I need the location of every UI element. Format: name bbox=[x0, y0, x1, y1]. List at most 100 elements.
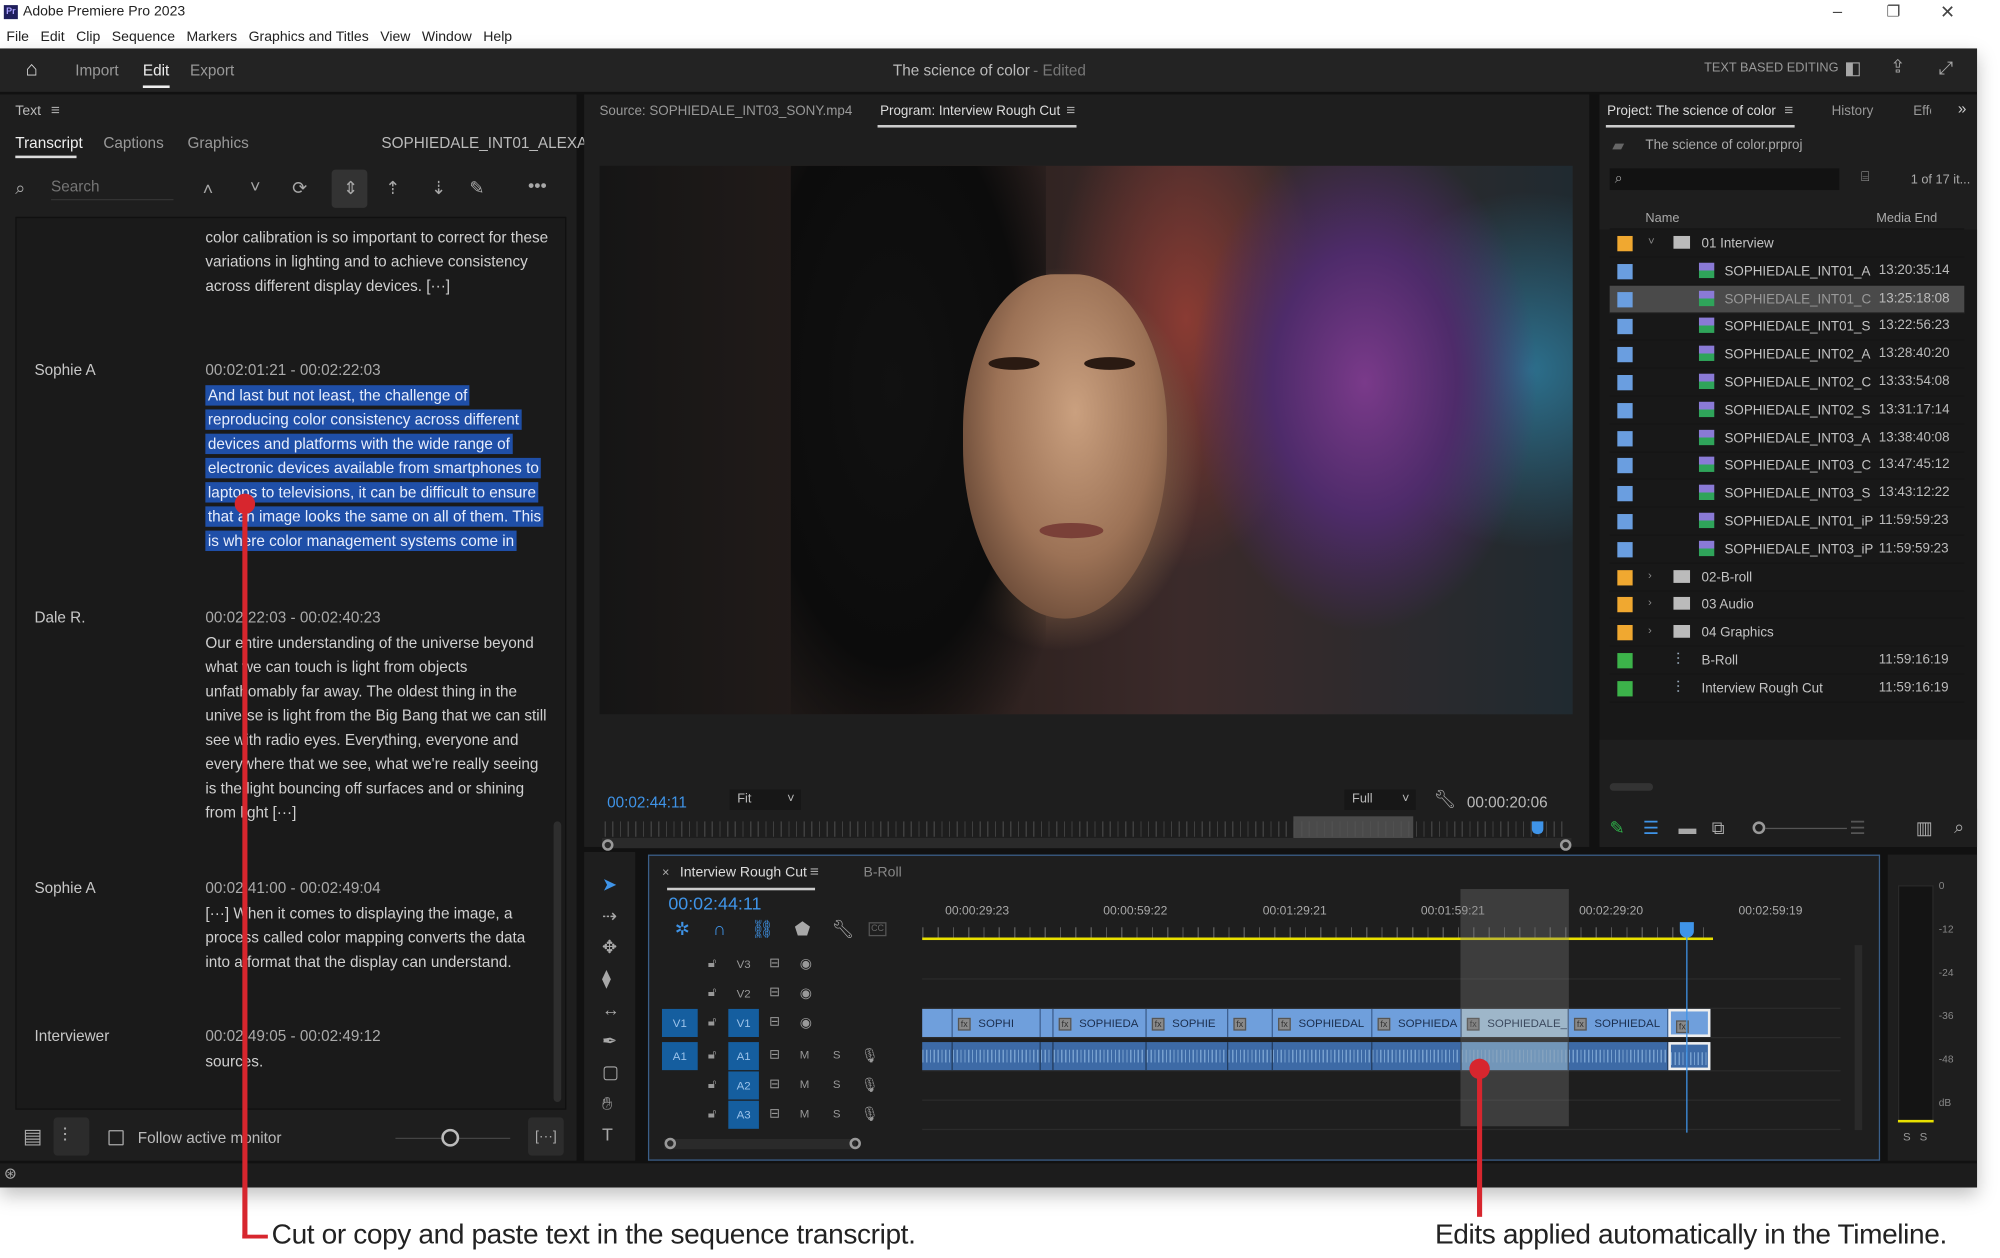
monitor-playhead[interactable] bbox=[1531, 821, 1544, 835]
transcript-clip-icon[interactable]: ▤ bbox=[23, 1127, 42, 1148]
label-color-swatch[interactable] bbox=[1617, 430, 1633, 446]
chevron-down-icon[interactable]: ˅ bbox=[1648, 235, 1655, 248]
label-color-swatch[interactable] bbox=[1617, 319, 1633, 335]
rectangle-icon[interactable]: ▢ bbox=[602, 1062, 619, 1080]
nest-icon[interactable]: ✲ bbox=[675, 920, 690, 938]
merge-up-icon[interactable]: ⇡ bbox=[385, 179, 400, 197]
timeline-timecode[interactable]: 00:02:44:11 bbox=[668, 893, 761, 913]
video-clip[interactable]: fx SOPHIEDA bbox=[1372, 1008, 1462, 1037]
project-search-input[interactable] bbox=[1609, 168, 1840, 191]
monitor-scrollbar[interactable] bbox=[602, 838, 1572, 849]
menu-sequence[interactable]: Sequence bbox=[112, 29, 175, 44]
horizontal-scrollbar[interactable] bbox=[664, 1139, 856, 1150]
solo-button[interactable]: S bbox=[833, 1078, 841, 1091]
razor-icon[interactable]: ⧫ bbox=[602, 969, 611, 987]
minimize-button[interactable]: – bbox=[1833, 1, 1842, 20]
tab-b-roll[interactable]: B-Roll bbox=[864, 865, 902, 880]
list-view-icon[interactable]: ☰ bbox=[1643, 819, 1659, 837]
project-item[interactable]: SOPHIEDALE_INT02_C 13:33:54:08 bbox=[1609, 369, 1965, 397]
selection-tool-icon[interactable]: ➤ bbox=[602, 875, 617, 893]
creative-cloud-icon[interactable]: ⊛ bbox=[4, 1166, 17, 1181]
solo-button[interactable]: S bbox=[833, 1048, 841, 1061]
lock-icon[interactable]: 🔓︎ bbox=[708, 957, 716, 971]
thumbnail-size-slider[interactable] bbox=[1752, 821, 1766, 835]
menu-help[interactable]: Help bbox=[483, 29, 512, 44]
label-color-swatch[interactable] bbox=[1617, 597, 1633, 613]
snap-icon[interactable]: ∩ bbox=[713, 920, 726, 938]
transcript-text-content[interactable]: color calibration is so important to cor… bbox=[205, 228, 548, 294]
project-item[interactable]: SOPHIEDALE_INT01_S 13:22:56:23 bbox=[1609, 313, 1965, 342]
transcript-search-input[interactable] bbox=[51, 172, 174, 201]
audio-clip[interactable] bbox=[1228, 1042, 1273, 1071]
audio-clip[interactable] bbox=[952, 1042, 1041, 1071]
text-based-editing-label[interactable]: TEXT BASED EDITING bbox=[1704, 61, 1838, 75]
zoom-dropdown[interactable]: Fit ˅ bbox=[729, 789, 802, 810]
icon-view-icon[interactable]: ▬ bbox=[1679, 819, 1697, 837]
transcript-text-content[interactable]: [···] When it comes to displaying the im… bbox=[205, 904, 525, 970]
meter-solo-button[interactable]: S bbox=[1920, 1130, 1928, 1143]
tab-project[interactable]: Project: The science of color bbox=[1607, 103, 1776, 118]
new-bin-icon[interactable]: ▥ bbox=[1916, 819, 1933, 837]
project-item[interactable]: SOPHIEDALE_INT03_S 13:43:12:22 bbox=[1609, 480, 1965, 508]
microphone-icon[interactable]: 🎙︎ bbox=[861, 1106, 879, 1122]
label-color-swatch[interactable] bbox=[1617, 263, 1633, 280]
refresh-icon[interactable]: ⟳ bbox=[292, 179, 307, 197]
label-color-swatch[interactable] bbox=[1617, 486, 1633, 502]
track-target-v3[interactable]: V3 bbox=[728, 950, 759, 978]
label-color-swatch[interactable] bbox=[1617, 402, 1633, 419]
find-bin-icon[interactable]: ⌸ bbox=[1861, 170, 1869, 185]
label-color-swatch[interactable] bbox=[1617, 514, 1633, 530]
track-target-a2[interactable]: A2 bbox=[728, 1071, 759, 1100]
sync-lock-icon[interactable]: ⊟ bbox=[769, 1015, 780, 1029]
project-menu-icon[interactable]: ≡ bbox=[1784, 101, 1793, 119]
meter-solo-button[interactable]: S bbox=[1903, 1130, 1911, 1143]
project-item[interactable]: SOPHIEDALE_INT02_A 13:28:40:20 bbox=[1609, 341, 1965, 369]
work-area-bar[interactable] bbox=[922, 937, 1713, 941]
vertical-scrollbar[interactable] bbox=[1854, 945, 1863, 1131]
sync-lock-icon[interactable]: ⊟ bbox=[769, 986, 780, 1000]
label-color-swatch[interactable] bbox=[1617, 569, 1633, 585]
source-monitor-tab[interactable]: Source: SOPHIEDALE_INT03_SONY.mp4 bbox=[599, 103, 852, 118]
menu-file[interactable]: File bbox=[6, 29, 29, 44]
fullscreen-icon[interactable]: ⤢ bbox=[1939, 59, 1953, 77]
transcript-text[interactable]: color calibration is so important to cor… bbox=[205, 226, 552, 299]
sync-lock-icon[interactable]: ⊟ bbox=[769, 957, 780, 971]
transcript-scrollbar[interactable] bbox=[553, 821, 562, 1103]
menu-markers[interactable]: Markers bbox=[186, 29, 237, 44]
chevron-right-icon[interactable]: › bbox=[1648, 624, 1652, 637]
transcript-text-content[interactable]: And last but not least, the challenge of… bbox=[205, 385, 544, 552]
hand-icon[interactable]: ✋︎ bbox=[602, 1094, 612, 1112]
menu-clip[interactable]: Clip bbox=[76, 29, 100, 44]
gap-toggle-button[interactable]: [···] bbox=[528, 1117, 564, 1156]
video-clip[interactable]: fx SOPHIEDAL bbox=[1272, 1008, 1373, 1037]
speaker-name[interactable]: Dale R. bbox=[34, 608, 85, 626]
search-icon[interactable]: ⌕ bbox=[1954, 818, 1964, 836]
label-color-swatch[interactable] bbox=[1617, 458, 1633, 474]
pencil-icon[interactable]: ✎ bbox=[1610, 819, 1625, 837]
speaker-name[interactable]: Sophie A bbox=[34, 361, 95, 379]
freeform-view-icon[interactable]: ⧉ bbox=[1712, 819, 1725, 837]
label-color-swatch[interactable] bbox=[1617, 541, 1633, 558]
track-target-v2[interactable]: V2 bbox=[728, 980, 759, 1008]
source-patch-v1[interactable]: V1 bbox=[661, 1008, 698, 1037]
tab-transcript[interactable]: Transcript bbox=[15, 134, 82, 152]
track-target-a1[interactable]: A1 bbox=[728, 1042, 759, 1071]
audio-clip[interactable] bbox=[1146, 1042, 1229, 1071]
transcript-text-content[interactable]: Our entire understanding of the universe… bbox=[205, 634, 546, 821]
video-clip[interactable]: fx SOPHI bbox=[952, 1008, 1041, 1037]
eye-icon[interactable]: ◉ bbox=[800, 1014, 812, 1030]
video-clip[interactable]: fx SOPHIEDA bbox=[1053, 1008, 1147, 1037]
label-color-swatch[interactable] bbox=[1617, 291, 1633, 307]
video-clip[interactable]: fx bbox=[1668, 1008, 1711, 1037]
project-item[interactable]: SOPHIEDALE_INT01_A 13:20:35:14 bbox=[1609, 257, 1965, 286]
project-item[interactable]: ⫶ B-Roll 11:59:16:19 bbox=[1609, 647, 1965, 675]
column-media-end[interactable]: Media End bbox=[1876, 212, 1937, 226]
project-item[interactable]: › 02-B-roll bbox=[1609, 563, 1965, 592]
project-item[interactable]: ⫶ Interview Rough Cut 11:59:16:19 bbox=[1609, 674, 1965, 703]
playback-resolution-dropdown[interactable]: Full ˅ bbox=[1344, 789, 1416, 810]
in-out-range[interactable] bbox=[1293, 816, 1414, 840]
slip-icon[interactable]: ↔ bbox=[602, 1000, 620, 1018]
tab-captions[interactable]: Captions bbox=[103, 134, 163, 152]
video-clip[interactable]: fx bbox=[1228, 1008, 1273, 1037]
tab-effects[interactable]: Effe bbox=[1913, 103, 1931, 118]
